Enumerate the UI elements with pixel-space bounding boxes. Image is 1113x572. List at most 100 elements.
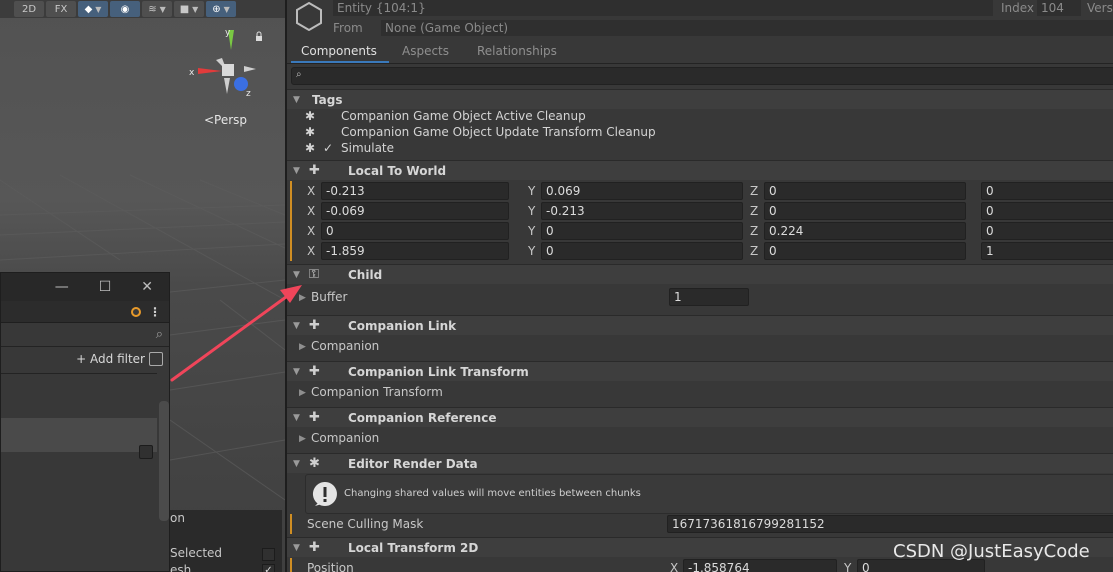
position-x-field[interactable]: -1.858764 — [683, 559, 837, 572]
eye-icon: ◉ — [120, 3, 130, 15]
matrix-field[interactable]: 0 — [764, 202, 966, 220]
matrix-field[interactable]: 0.069 — [541, 182, 743, 200]
section-header-local-to-world[interactable]: ▼ ✚ Local To World — [287, 160, 1113, 180]
section-title: Tags — [312, 92, 343, 107]
axis-label: Y — [528, 224, 536, 238]
puzzle-icon: ✚ — [309, 410, 320, 425]
visibility-toggle[interactable]: ◉ — [110, 1, 140, 17]
more-options-icon[interactable]: ⋮ — [149, 305, 161, 319]
panel-checkbox-checked[interactable]: ✓ — [262, 564, 275, 572]
chevron-down-icon: ▼ — [95, 4, 102, 14]
draw-mode-dropdown[interactable]: ≋ ▼ — [142, 1, 172, 17]
gizmos-dropdown[interactable]: ⊕ ▼ — [206, 1, 236, 17]
modified-indicator — [290, 514, 292, 534]
entity-inspector: Entity {104:1} From None (Game Object) I… — [285, 0, 1113, 572]
selected-list-item[interactable] — [1, 418, 157, 452]
maximize-icon[interactable]: ☐ — [99, 279, 112, 295]
section-title: Editor Render Data — [348, 456, 478, 471]
orientation-gizmo[interactable]: y x z — [186, 28, 266, 100]
section-title: Local To World — [348, 163, 447, 178]
field-label: Position — [307, 561, 354, 572]
matrix-field[interactable]: -0.069 — [321, 202, 509, 220]
2d-toggle-button[interactable]: 2D — [14, 1, 44, 17]
expand-triangle-icon[interactable]: ▼ — [293, 543, 300, 553]
open-window-icon[interactable] — [149, 352, 163, 366]
expand-triangle-icon[interactable]: ▼ — [293, 95, 300, 105]
axis-label: Z — [750, 204, 759, 218]
axis-label: Y — [528, 244, 536, 258]
camera-icon: ■ — [179, 3, 190, 15]
tag-icon: ✱ — [305, 109, 316, 123]
index-field[interactable]: 104 — [1037, 0, 1081, 16]
expand-triangle-icon[interactable]: ▼ — [293, 270, 300, 280]
modified-indicator — [290, 181, 292, 201]
field-label: Buffer — [311, 290, 348, 304]
expand-triangle-icon[interactable]: ▶ — [299, 434, 306, 444]
tab-components[interactable]: Components — [301, 44, 377, 58]
fx-toggle-button[interactable]: FX — [46, 1, 76, 17]
from-field[interactable]: None (Game Object) — [381, 20, 1113, 36]
axis-label: X — [307, 204, 316, 218]
expand-triangle-icon[interactable]: ▼ — [293, 413, 300, 423]
matrix-field[interactable]: 0 — [764, 242, 966, 260]
add-filter-button[interactable]: + Add filter — [76, 352, 145, 366]
axis-label: Z — [750, 224, 759, 238]
scene-view[interactable]: 2D FX ◆ ▼ ◉ ≋ ▼ ■ ▼ ⊕ ▼ y x z <Persp — ☐ ✕ ⋮ — [0, 0, 285, 572]
component-search-input[interactable]: ⌕ — [291, 67, 1113, 85]
matrix-field[interactable]: -0.213 — [541, 202, 743, 220]
tab-aspects[interactable]: Aspects — [402, 44, 449, 58]
axis-label: X — [670, 561, 679, 572]
modified-indicator — [290, 558, 292, 572]
version-label: Vers — [1087, 1, 1113, 15]
expand-triangle-icon[interactable]: ▶ — [299, 293, 306, 303]
warning-box: Changing shared values will move entitie… — [305, 474, 1113, 514]
expand-triangle-icon[interactable]: ▼ — [293, 367, 300, 377]
axis-label: X — [307, 244, 316, 258]
layers-dropdown[interactable]: ◆ ▼ — [78, 1, 108, 17]
matrix-field[interactable]: 0 — [321, 222, 509, 240]
matrix-field[interactable]: -1.859 — [321, 242, 509, 260]
tag-icon: ✱ — [305, 125, 316, 139]
globe-icon: ⊕ — [212, 3, 221, 15]
matrix-field[interactable]: 0.224 — [764, 222, 966, 240]
panel-checkbox[interactable] — [262, 548, 275, 561]
section-header-companion-reference[interactable]: ▼ ✚ Companion Reference — [287, 407, 1113, 427]
modified-indicator — [290, 221, 292, 241]
matrix-field[interactable]: -0.213 — [321, 182, 509, 200]
close-icon[interactable]: ✕ — [141, 279, 153, 295]
scrollbar[interactable] — [159, 401, 169, 521]
matrix-field[interactable]: 0 — [981, 182, 1113, 200]
buffer-count-field[interactable]: 1 — [669, 288, 749, 306]
matrix-field[interactable]: 0 — [541, 222, 743, 240]
camera-dropdown[interactable]: ■ ▼ — [174, 1, 204, 17]
minimize-icon[interactable]: — — [55, 279, 69, 295]
scene-culling-mask-field[interactable]: 16717361816799281152 — [667, 515, 1113, 533]
entity-name-field[interactable]: Entity {104:1} — [333, 0, 993, 16]
tab-relationships[interactable]: Relationships — [477, 44, 557, 58]
expand-triangle-icon[interactable]: ▶ — [299, 342, 306, 352]
section-header-tags[interactable]: ▼ Tags — [287, 89, 1113, 109]
axis-label: Y — [844, 561, 852, 572]
matrix-field[interactable]: 0 — [981, 202, 1113, 220]
search-icon[interactable]: ⌕ — [156, 327, 163, 342]
perspective-label[interactable]: <Persp — [204, 113, 247, 127]
chevron-down-icon: ▼ — [192, 4, 199, 14]
expand-triangle-icon[interactable]: ▼ — [293, 459, 300, 469]
section-header-companion-link[interactable]: ▼ ✚ Companion Link — [287, 315, 1113, 335]
section-title: Companion Reference — [348, 410, 497, 425]
entity-list[interactable] — [1, 373, 157, 569]
expand-triangle-icon[interactable]: ▶ — [299, 388, 306, 398]
expand-triangle-icon[interactable]: ▼ — [293, 321, 300, 331]
field-label: Companion Transform — [311, 385, 443, 399]
section-header-companion-link-transform[interactable]: ▼ ✚ Companion Link Transform — [287, 361, 1113, 381]
matrix-field[interactable]: 0 — [764, 182, 966, 200]
matrix-field[interactable]: 0 — [981, 222, 1113, 240]
section-header-editor-render-data[interactable]: ▼ ✱ Editor Render Data — [287, 453, 1113, 473]
modified-indicator — [290, 241, 292, 261]
section-header-child[interactable]: ▼ ⚿ Child — [287, 264, 1113, 284]
window-titlebar: — ☐ ✕ — [1, 273, 169, 301]
matrix-field[interactable]: 0 — [541, 242, 743, 260]
expand-triangle-icon[interactable]: ▼ — [293, 166, 300, 176]
list-checkbox[interactable] — [139, 445, 153, 459]
matrix-field[interactable]: 1 — [981, 242, 1113, 260]
